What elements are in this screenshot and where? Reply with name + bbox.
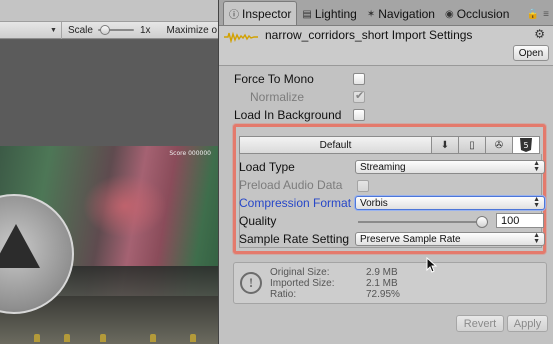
window-tab-bar: ⓘ Inspector ▤ Lighting ✶ Navigation ◉ Oc…	[219, 0, 553, 26]
quality-slider-track	[358, 221, 488, 223]
original-size-value: 2.9 MB	[366, 267, 398, 278]
tab-controls: 🔒 ≡	[527, 3, 553, 25]
game-tab-strip	[0, 0, 218, 22]
joystick-up-arrow-icon	[0, 224, 40, 268]
compression-format-value: Vorbis	[360, 197, 388, 209]
tab-label: Navigation	[378, 7, 435, 21]
compression-format-label: Compression Format	[239, 196, 352, 210]
sample-rate-setting-label: Sample Rate Setting	[239, 232, 350, 246]
tab-default-platform[interactable]: Default	[239, 136, 432, 154]
phone-icon[interactable]: ▯	[459, 136, 486, 154]
load-in-background-label: Load In Background	[234, 108, 342, 122]
sample-rate-setting-value: Preserve Sample Rate	[360, 233, 461, 245]
quality-slider[interactable]	[358, 216, 488, 228]
import-info-box: ! Original Size: 2.9 MB Imported Size: 2…	[233, 262, 547, 304]
lock-icon[interactable]: 🔒	[527, 9, 539, 20]
normalize-label: Normalize	[250, 90, 305, 104]
maximize-on-play-toggle[interactable]: Maximize o	[167, 25, 218, 36]
apply-button[interactable]: Apply	[507, 315, 548, 332]
floor-lamp	[34, 334, 40, 342]
svg-text:5: 5	[523, 141, 528, 150]
dropdown-arrows-icon: ▲ ▼	[533, 196, 540, 209]
download-icon[interactable]: ⬇	[432, 136, 459, 154]
tab-label: Lighting	[314, 7, 357, 21]
compression-format-dropdown[interactable]: Vorbis ▲ ▼	[355, 196, 545, 210]
game-toolbar: ▼ Scale 1x Maximize o	[0, 21, 218, 39]
quality-slider-thumb[interactable]	[476, 216, 488, 228]
menu-icon[interactable]: ≡	[543, 9, 549, 20]
game-view: ▼ Scale 1x Maximize o Score 000000	[0, 0, 219, 344]
ratio-value: 72.95%	[366, 289, 400, 300]
score-text: Score 000000	[169, 150, 211, 157]
quality-value-field[interactable]: 100	[496, 213, 544, 228]
revert-button[interactable]: Revert	[456, 315, 504, 332]
imported-size-label: Imported Size:	[270, 278, 335, 289]
checkmark-icon: ✔	[355, 90, 365, 102]
inspector-window: ⓘ Inspector ▤ Lighting ✶ Navigation ◉ Oc…	[219, 0, 553, 344]
force-to-mono-checkbox[interactable]	[353, 73, 365, 85]
navigation-icon: ✶	[366, 8, 376, 20]
load-type-label: Load Type	[239, 160, 295, 174]
tab-label: Occlusion	[456, 7, 510, 21]
tab-label: Inspector	[242, 6, 292, 21]
android-icon[interactable]: ✇	[486, 136, 513, 154]
tab-navigation[interactable]: ✶ Navigation	[362, 3, 440, 25]
platform-tabs: Default ⬇ ▯ ✇ 5	[239, 136, 542, 154]
load-type-dropdown[interactable]: Streaming ▲ ▼	[355, 160, 545, 174]
tab-lighting[interactable]: ▤ Lighting	[297, 3, 362, 25]
floor-lamp	[100, 334, 106, 342]
toolbar-separator	[60, 21, 62, 39]
dropdown-arrows-icon: ▲ ▼	[533, 160, 540, 173]
occlusion-icon: ◉	[444, 8, 454, 20]
info-circle-icon: !	[240, 272, 262, 294]
preload-audio-data-label: Preload Audio Data	[239, 178, 343, 192]
html5-shield-icon: 5	[520, 138, 532, 152]
floor-lamp	[150, 334, 156, 342]
audio-clip-icon	[224, 31, 258, 43]
dropdown-arrows-icon: ▲ ▼	[533, 232, 540, 245]
scale-slider-thumb[interactable]	[99, 25, 110, 35]
imported-size-value: 2.1 MB	[366, 278, 398, 289]
mouse-cursor-icon	[426, 257, 438, 273]
asset-header: narrow_corridors_short Import Settings ⚙…	[219, 26, 553, 66]
preload-audio-data-checkbox	[357, 180, 369, 192]
floor-lamp	[64, 334, 70, 342]
lighting-icon: ▤	[302, 8, 312, 20]
tab-inspector[interactable]: ⓘ Inspector	[223, 1, 298, 25]
asset-title: narrow_corridors_short Import Settings	[265, 28, 473, 42]
info-icon: ⓘ	[229, 10, 239, 21]
load-in-background-checkbox[interactable]	[353, 109, 365, 121]
load-type-value: Streaming	[360, 161, 406, 173]
scale-label: Scale	[67, 24, 93, 36]
html5-icon[interactable]: 5	[513, 136, 540, 154]
force-to-mono-label: Force To Mono	[234, 72, 314, 86]
ratio-label: Ratio:	[270, 289, 297, 300]
game-scene: Score 000000	[0, 146, 218, 344]
floor-lamp	[190, 334, 196, 342]
open-button[interactable]: Open	[513, 45, 549, 61]
aspect-dropdown-arrow-icon[interactable]: ▼	[50, 27, 57, 34]
sample-rate-setting-dropdown[interactable]: Preserve Sample Rate ▲ ▼	[355, 232, 545, 246]
gear-icon[interactable]: ⚙	[534, 27, 545, 41]
quality-label: Quality	[239, 214, 277, 228]
normalize-checkbox: ✔	[353, 90, 365, 103]
original-size-label: Original Size:	[270, 267, 330, 278]
tab-occlusion[interactable]: ◉ Occlusion	[440, 3, 514, 25]
scale-value: 1x	[139, 24, 151, 36]
scale-slider[interactable]	[97, 25, 134, 35]
